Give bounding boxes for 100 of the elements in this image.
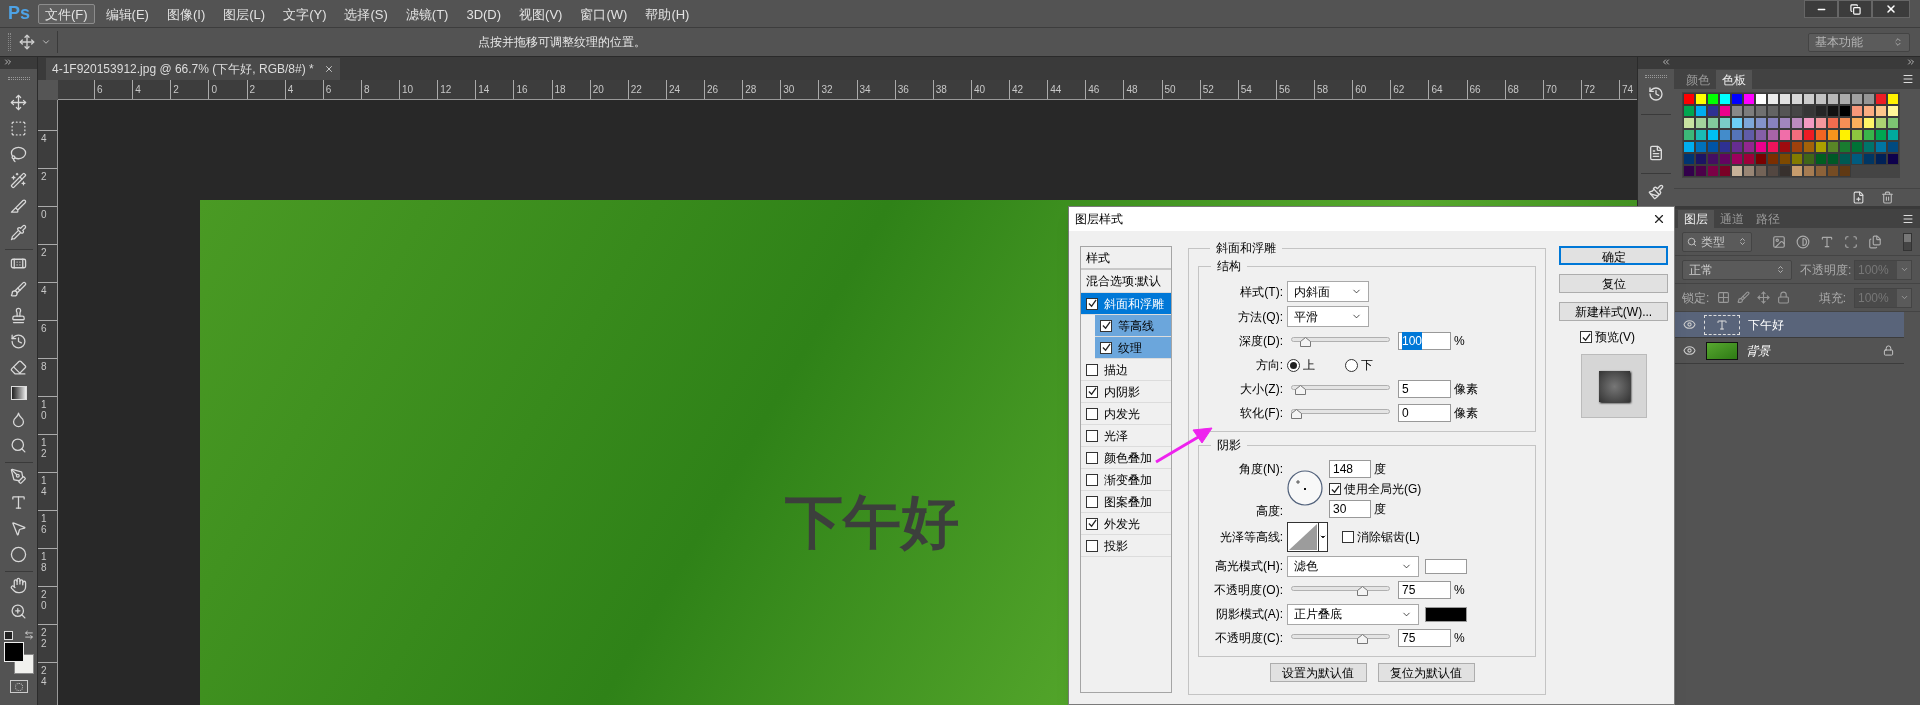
ruler-label: 6	[41, 323, 48, 334]
checkbox-label: 预览(V)	[1595, 329, 1635, 346]
field-label: 方向:	[1254, 357, 1284, 374]
ruler-label: 18	[554, 84, 566, 95]
effect-label: 内阴影	[1104, 383, 1140, 401]
menu-item[interactable]: 3D(D)	[459, 3, 509, 24]
blend-mode-dropdown[interactable]: 正常	[1682, 259, 1792, 280]
field-label: 角度(N):	[1238, 461, 1284, 478]
ruler-label: 60	[1355, 84, 1367, 95]
ruler-label: 14	[41, 475, 48, 497]
number-field[interactable]: 148	[1329, 460, 1371, 478]
layer-row[interactable]: 下午好	[1674, 312, 1904, 338]
effect-item[interactable]: 内阴影	[1081, 381, 1171, 403]
filter-value: 类型	[1701, 233, 1725, 251]
number-field[interactable]: 75	[1398, 629, 1451, 647]
number-field[interactable]: 0	[1398, 404, 1451, 422]
menu-item[interactable]: 编辑(E)	[98, 3, 156, 24]
dialog-button[interactable]: 确定	[1559, 246, 1668, 265]
field-label: 阴影模式(A):	[1214, 606, 1284, 623]
menu-item[interactable]: 图像(I)	[159, 3, 213, 24]
dropdown[interactable]: 平滑	[1287, 306, 1369, 327]
default-button[interactable]: 复位为默认值	[1377, 663, 1475, 682]
ruler-label: 4	[41, 133, 48, 144]
panel-tab[interactable]: 通道	[1714, 210, 1750, 228]
ruler-label: 22	[41, 627, 48, 649]
group-title: 斜面和浮雕	[1215, 240, 1277, 257]
fill-label: 填充:	[1818, 289, 1846, 307]
ruler-label: 10	[41, 399, 48, 421]
effect-item[interactable]: 光泽	[1081, 425, 1171, 447]
layer-row[interactable]: 背景	[1674, 338, 1904, 364]
menu-item[interactable]: 视图(V)	[512, 3, 570, 24]
menu-item[interactable]: 文件(F)	[38, 3, 95, 24]
default-button[interactable]: 设置为默认值	[1269, 663, 1367, 682]
dropdown[interactable]: 正片叠底	[1287, 603, 1419, 625]
ruler-label: 56	[1278, 84, 1290, 95]
field-label: 光泽等高线:	[1218, 529, 1284, 546]
unit-label: 度	[1374, 461, 1386, 478]
menu-item[interactable]: 文字(Y)	[276, 3, 334, 24]
effect-item[interactable]: 内发光	[1081, 403, 1171, 425]
effect-item[interactable]: 投影	[1081, 535, 1171, 557]
effect-item[interactable]: 颜色叠加	[1081, 447, 1171, 469]
ruler-label: 16	[516, 84, 528, 95]
field-label: 高光模式(H):	[1214, 558, 1284, 575]
dropdown[interactable]: 滤色	[1287, 555, 1419, 577]
ruler-label: 14	[478, 84, 490, 95]
ruler-label: 52	[1202, 84, 1214, 95]
number-field[interactable]: 75	[1398, 581, 1451, 599]
ruler-label: 42	[1012, 84, 1024, 95]
ruler-label: 2	[41, 247, 48, 258]
dropdown[interactable]: 内斜面	[1287, 281, 1369, 302]
effect-item[interactable]: 渐变叠加	[1081, 469, 1171, 491]
menu-item[interactable]: 滤镜(T)	[398, 3, 456, 24]
ruler-label: 8	[41, 361, 48, 372]
ruler-label: 72	[1583, 84, 1595, 95]
ruler-label: 50	[1164, 84, 1176, 95]
effect-item[interactable]: 斜面和浮雕	[1081, 293, 1171, 315]
layer-name: 下午好	[1748, 316, 1784, 334]
document-tab[interactable]: 4-1F920153912.jpg @ 66.7% (下午好, RGB/8#) *	[46, 58, 340, 80]
number-field[interactable]: 100	[1398, 332, 1451, 350]
panel-tab[interactable]: 色板	[1716, 70, 1752, 89]
field-label: 软化(F):	[1239, 405, 1284, 422]
panel-tab[interactable]: 颜色	[1680, 70, 1716, 89]
ruler-label: 34	[859, 84, 871, 95]
number-field[interactable]: 30	[1329, 500, 1371, 518]
ruler-label: 4	[287, 84, 294, 95]
ruler-label: 62	[1393, 84, 1405, 95]
menu-item[interactable]: 窗口(W)	[573, 3, 635, 24]
number-field[interactable]: 5	[1398, 380, 1451, 398]
ruler-label: 24	[41, 665, 48, 687]
group-title: 阴影	[1216, 437, 1242, 454]
ruler-label: 30	[783, 84, 795, 95]
dialog-button[interactable]: 复位	[1559, 274, 1668, 293]
effect-item[interactable]: 纹理	[1095, 337, 1171, 359]
layer-name: 背景	[1746, 342, 1770, 360]
ruler-label: 10	[402, 84, 414, 95]
ruler-label: 16	[41, 513, 48, 535]
menu-item[interactable]: 帮助(H)	[638, 3, 697, 24]
panel-tab[interactable]: 路径	[1750, 210, 1786, 228]
dialog-title: 图层样式	[1075, 211, 1123, 228]
ruler-label: 32	[821, 84, 833, 95]
menu-item[interactable]: 选择(S)	[337, 3, 395, 24]
effect-label: 纹理	[1118, 339, 1142, 357]
field-label: 深度(D):	[1238, 333, 1284, 350]
panel-tab[interactable]: 图层	[1678, 210, 1714, 228]
menu-item[interactable]: 图层(L)	[216, 3, 273, 24]
dialog-button[interactable]: 新建样式(W)...	[1559, 302, 1668, 321]
group-title: 结构	[1216, 258, 1242, 275]
ruler-label: 26	[707, 84, 719, 95]
effect-item[interactable]: 描边	[1081, 359, 1171, 381]
ruler-label: 54	[1240, 84, 1252, 95]
effect-item[interactable]: 图案叠加	[1081, 491, 1171, 513]
unit-label: %	[1454, 630, 1465, 647]
ruler-label: 66	[1469, 84, 1481, 95]
unit-label: 度	[1374, 501, 1386, 518]
filter-dropdown[interactable]: 类型	[1682, 231, 1752, 252]
canvas-text: 下午好	[785, 488, 959, 556]
effect-item[interactable]: 等高线	[1095, 315, 1171, 337]
effect-item[interactable]: 外发光	[1081, 513, 1171, 535]
field-label: 高度:	[1254, 503, 1284, 520]
effect-label: 光泽	[1104, 427, 1128, 445]
